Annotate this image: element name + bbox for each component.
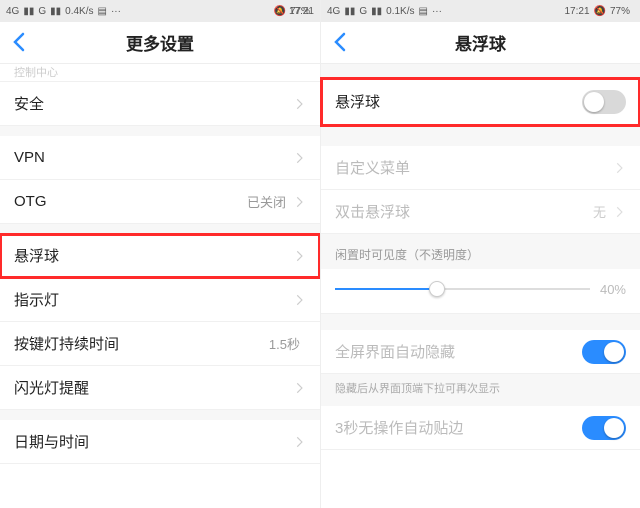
net-speed: 0.1K/s bbox=[386, 6, 414, 17]
row-custom-menu[interactable]: 自定义菜单 bbox=[321, 146, 640, 190]
row-otg[interactable]: OTG 已关闭 bbox=[0, 180, 320, 224]
row-partial[interactable]: 控制中心 bbox=[0, 64, 320, 82]
chevron-right-icon bbox=[612, 205, 626, 219]
row-double-tap[interactable]: 双击悬浮球 无 bbox=[321, 190, 640, 234]
navbar: 悬浮球 bbox=[321, 22, 640, 64]
signal-icon: ▮▮ bbox=[23, 6, 34, 17]
chevron-right-icon bbox=[292, 381, 306, 395]
left-pane: 4G ▮▮ G ▮▮ 0.4K/s ▤ ··· 17:21 🔕 77% 更多 bbox=[0, 0, 320, 508]
network-4g: 4G bbox=[327, 6, 340, 17]
opacity-value: 40% bbox=[600, 282, 626, 297]
chevron-left-icon bbox=[329, 30, 353, 54]
opacity-header: 闲置时可见度（不透明度） bbox=[321, 234, 640, 269]
row-float-toggle: 悬浮球 bbox=[321, 78, 640, 126]
signal-icon-2: ▮▮ bbox=[50, 6, 61, 17]
row-snap-edge: 3秒无操作自动贴边 bbox=[321, 406, 640, 450]
chevron-right-icon bbox=[292, 249, 306, 263]
chevron-right-icon bbox=[292, 293, 306, 307]
bell-off-icon: 🔕 bbox=[274, 6, 286, 17]
row-datetime[interactable]: 日期与时间 bbox=[0, 420, 320, 464]
clock: 17:21 bbox=[565, 6, 590, 17]
page-title: 悬浮球 bbox=[455, 30, 506, 55]
back-button[interactable] bbox=[8, 30, 32, 54]
snap-edge-toggle[interactable] bbox=[582, 416, 626, 440]
chevron-right-icon bbox=[292, 97, 306, 111]
back-button[interactable] bbox=[329, 30, 353, 54]
auto-hide-hint: 隐藏后从界面顶端下拉可再次显示 bbox=[321, 374, 640, 406]
net-speed: 0.4K/s bbox=[65, 6, 93, 17]
sim-icon: ▤ bbox=[419, 6, 428, 17]
sim-icon: ▤ bbox=[98, 6, 107, 17]
page-title: 更多设置 bbox=[126, 30, 194, 55]
network-g: G bbox=[359, 6, 367, 17]
chevron-left-icon bbox=[8, 30, 32, 54]
right-pane: 4G ▮▮ G ▮▮ 0.1K/s ▤ ··· 17:21 🔕 77% 悬浮球 bbox=[320, 0, 640, 508]
battery-pct: 77% bbox=[610, 6, 630, 17]
row-keylight[interactable]: 按键灯持续时间 1.5秒 bbox=[0, 322, 320, 366]
opacity-slider-row: 40% bbox=[321, 269, 640, 314]
float-ball-toggle[interactable] bbox=[582, 90, 626, 114]
row-float-ball[interactable]: 悬浮球 bbox=[0, 234, 320, 278]
signal-icon-2: ▮▮ bbox=[371, 6, 382, 17]
row-vpn[interactable]: VPN bbox=[0, 136, 320, 180]
row-indicator[interactable]: 指示灯 bbox=[0, 278, 320, 322]
row-flash-alert[interactable]: 闪光灯提醒 bbox=[0, 366, 320, 410]
navbar: 更多设置 bbox=[0, 22, 320, 64]
chevron-right-icon bbox=[292, 151, 306, 165]
status-bar: 4G ▮▮ G ▮▮ 0.4K/s ▤ ··· 17:21 bbox=[0, 0, 320, 22]
row-security[interactable]: 安全 bbox=[0, 82, 320, 126]
row-auto-hide: 全屏界面自动隐藏 bbox=[321, 330, 640, 374]
chevron-right-icon bbox=[612, 161, 626, 175]
network-g: G bbox=[38, 6, 46, 17]
chevron-right-icon bbox=[292, 435, 306, 449]
network-4g: 4G bbox=[6, 6, 19, 17]
battery-pct: 77% bbox=[290, 6, 310, 17]
opacity-slider[interactable] bbox=[335, 279, 590, 299]
auto-hide-toggle[interactable] bbox=[582, 340, 626, 364]
chevron-right-icon bbox=[292, 195, 306, 209]
signal-icon: ▮▮ bbox=[344, 6, 355, 17]
bell-off-icon: 🔕 bbox=[594, 6, 606, 17]
